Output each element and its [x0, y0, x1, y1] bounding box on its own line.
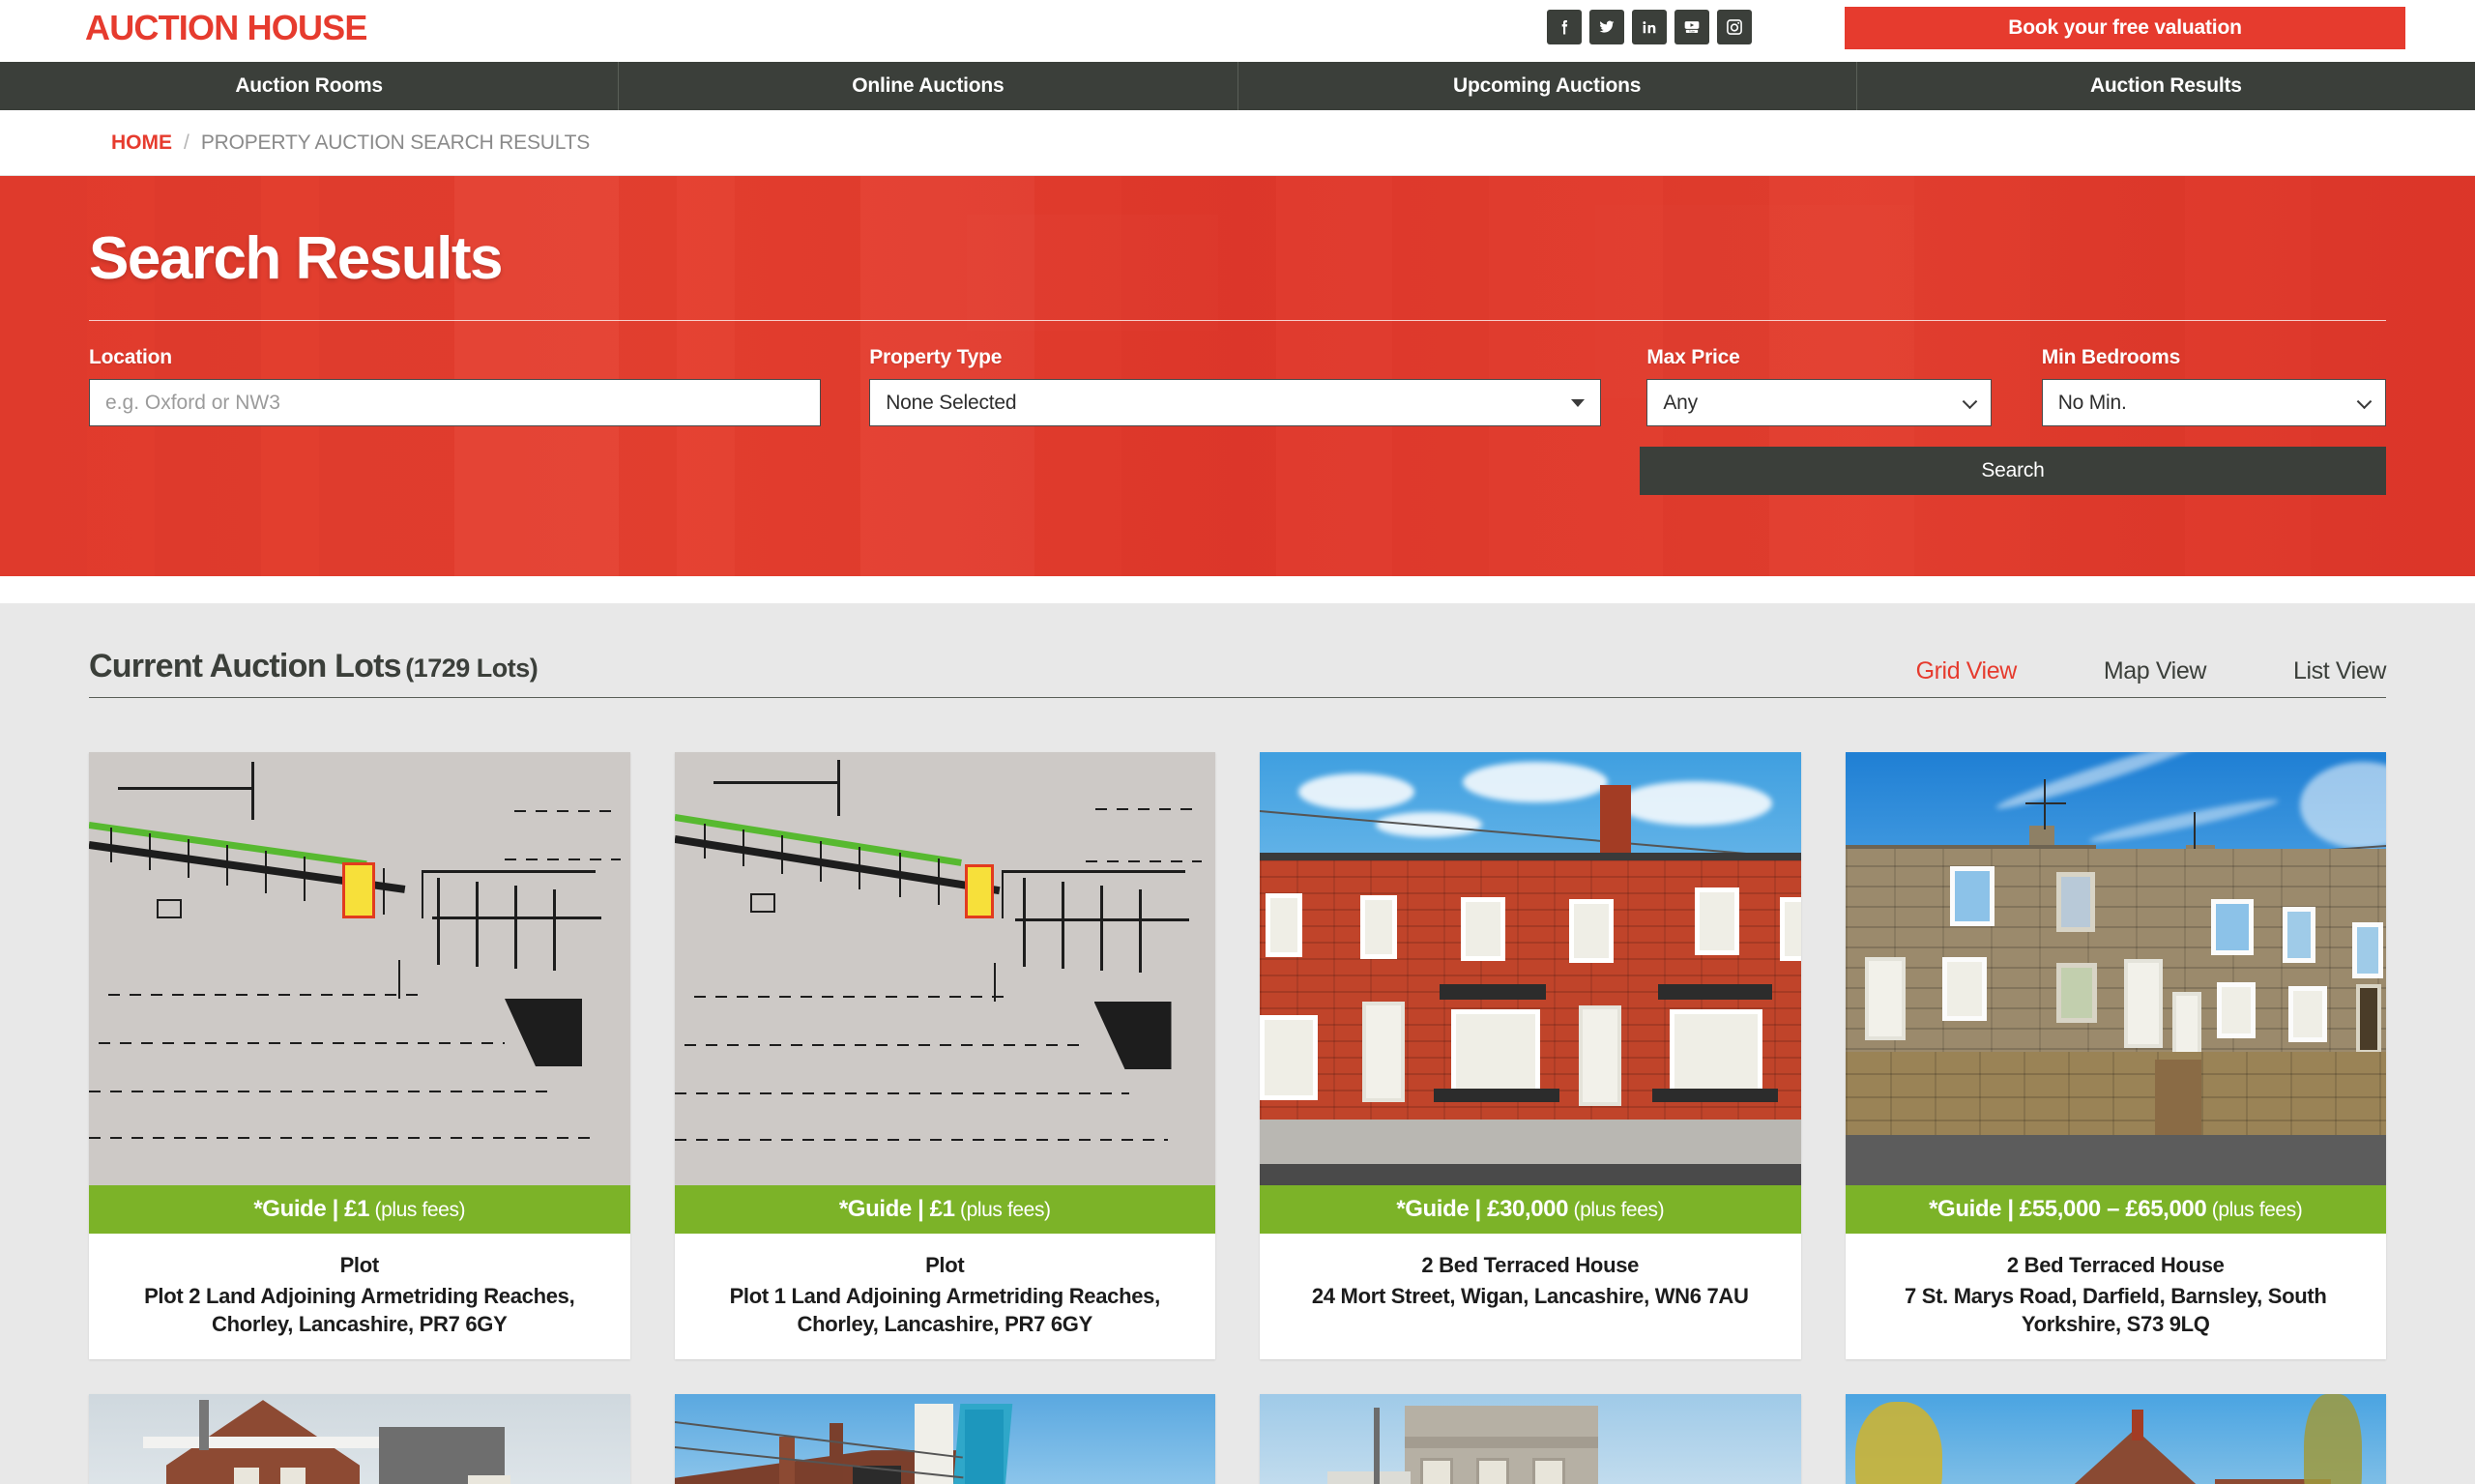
property-type-value: None Selected [886, 391, 1017, 414]
lot-guide-prefix: *Guide | [1396, 1196, 1488, 1222]
lot-guide-value: £55,000 – £65,000 [2019, 1196, 2207, 1222]
lot-fees-note: (plus fees) [369, 1199, 466, 1221]
lot-card[interactable] [1260, 1394, 1801, 1484]
lot-card[interactable] [1845, 1394, 2386, 1484]
page-title: Search Results [89, 225, 504, 292]
max-price-select[interactable]: Any [1646, 379, 1992, 426]
results-section: Current Auction Lots (1729 Lots) Grid Vi… [0, 603, 2475, 1484]
results-title-group: Current Auction Lots (1729 Lots) [89, 648, 539, 685]
lot-guide-price: *Guide | £30,000 (plus fees) [1260, 1185, 1801, 1234]
max-price-value: Any [1663, 391, 1698, 414]
lot-guide-price: *Guide | £1 (plus fees) [89, 1185, 630, 1234]
lot-image-red-brick-terrace [1260, 752, 1801, 1185]
breadcrumb-home-link[interactable]: HOME [111, 131, 172, 155]
lot-guide-prefix: *Guide | [253, 1196, 345, 1222]
site-logo[interactable]: AUCTION HOUSE [85, 8, 367, 48]
view-toggle-group: Grid View Map View List View [1829, 657, 2387, 685]
lot-property-type: Plot [925, 1253, 965, 1277]
instagram-icon[interactable] [1717, 10, 1752, 44]
lot-card[interactable] [89, 1394, 630, 1484]
chevron-down-icon [1962, 393, 1977, 409]
lot-details: 2 Bed Terraced House 24 Mort Street, Wig… [1260, 1234, 1801, 1331]
lot-card[interactable]: *Guide | £30,000 (plus fees) 2 Bed Terra… [1260, 752, 1801, 1360]
lot-details: 2 Bed Terraced House 7 St. Marys Road, D… [1846, 1234, 2387, 1359]
main-navigation: Auction Rooms Online Auctions Upcoming A… [0, 62, 2475, 110]
min-bedrooms-field-group: Min Bedrooms No Min. [2041, 346, 2386, 426]
lot-guide-price: *Guide | £55,000 – £65,000 (plus fees) [1845, 1185, 2386, 1234]
min-bedrooms-select[interactable]: No Min. [2041, 379, 2386, 426]
property-type-select[interactable]: None Selected [869, 379, 1602, 426]
hero-search-panel: Search Results Location Property Type No… [0, 176, 2475, 576]
view-toggle-grid[interactable]: Grid View [1916, 657, 2018, 685]
lot-guide-prefix: *Guide | [1929, 1196, 2020, 1222]
nav-item-auction-rooms[interactable]: Auction Rooms [0, 62, 620, 110]
max-price-field-group: Max Price Any [1646, 346, 1992, 426]
results-title: Current Auction Lots [89, 648, 402, 684]
nav-item-online-auctions[interactable]: Online Auctions [619, 62, 1238, 110]
nav-item-auction-results[interactable]: Auction Results [1857, 62, 2475, 110]
facebook-icon[interactable] [1547, 10, 1582, 44]
lot-guide-prefix: *Guide | [838, 1196, 930, 1222]
property-type-field-group: Property Type None Selected [869, 346, 1602, 426]
lot-details: Plot Plot 1 Land Adjoining Armetriding R… [675, 1234, 1216, 1359]
svg-text:Tube: Tube [1689, 29, 1695, 33]
chevron-down-icon [2356, 393, 2373, 409]
view-toggle-list[interactable]: List View [2293, 657, 2386, 685]
location-label: Location [89, 346, 172, 368]
lot-card[interactable]: *Guide | £1 (plus fees) Plot Plot 1 Land… [674, 752, 1216, 1360]
lot-fees-note: (plus fees) [954, 1199, 1051, 1221]
lot-guide-price: *Guide | £1 (plus fees) [674, 1185, 1215, 1234]
chevron-down-icon [1571, 398, 1586, 407]
lot-guide-value: £1 [929, 1196, 955, 1222]
lot-address: Plot 2 Land Adjoining Armetriding Reache… [144, 1284, 575, 1337]
lot-property-type: Plot [339, 1253, 380, 1277]
lot-guide-value: £1 [344, 1196, 370, 1222]
lot-fees-note: (plus fees) [1568, 1199, 1665, 1221]
lot-grid-next-row [89, 1394, 2386, 1484]
lot-address: 7 St. Marys Road, Darfield, Barnsley, So… [1904, 1284, 2327, 1337]
breadcrumb-separator: / [184, 131, 189, 154]
lot-image-site-plan-map [674, 752, 1215, 1185]
min-bedrooms-value: No Min. [2057, 391, 2127, 414]
twitter-icon[interactable] [1589, 10, 1624, 44]
view-toggle-map[interactable]: Map View [2104, 657, 2207, 685]
lot-property-type: 2 Bed Terraced House [2006, 1253, 2225, 1277]
social-links: Tube [1547, 10, 1752, 44]
breadcrumb-current: PROPERTY AUCTION SEARCH RESULTS [200, 131, 591, 154]
section-gap [0, 576, 2475, 603]
lot-address: 24 Mort Street, Wigan, Lancashire, WN6 7… [1311, 1284, 1749, 1308]
hero-divider [89, 320, 2386, 321]
location-input[interactable] [89, 379, 822, 426]
lot-guide-value: £30,000 [1487, 1196, 1569, 1222]
lot-card[interactable]: *Guide | £55,000 – £65,000 (plus fees) 2… [1845, 752, 2387, 1360]
max-price-label: Max Price [1646, 346, 1740, 368]
lot-card[interactable] [674, 1394, 1215, 1484]
lot-image-site-plan-map [89, 752, 630, 1185]
linkedin-icon[interactable] [1632, 10, 1667, 44]
search-button[interactable]: Search [1640, 447, 2386, 495]
top-bar: AUCTION HOUSE Tube Book your free valuat… [0, 0, 2475, 62]
lot-image-stone-terrace [1845, 752, 2386, 1185]
property-type-label: Property Type [869, 346, 1003, 368]
breadcrumb: HOME / PROPERTY AUCTION SEARCH RESULTS [0, 110, 2475, 176]
results-count: (1729 Lots) [405, 654, 539, 683]
search-form: Location Property Type None Selected Max… [89, 346, 2386, 426]
lot-details: Plot Plot 2 Land Adjoining Armetriding R… [89, 1234, 630, 1359]
lot-card[interactable]: *Guide | £1 (plus fees) Plot Plot 2 Land… [89, 752, 630, 1360]
book-valuation-button[interactable]: Book your free valuation [1845, 7, 2405, 49]
youtube-icon[interactable]: Tube [1674, 10, 1709, 44]
nav-item-upcoming-auctions[interactable]: Upcoming Auctions [1238, 62, 1857, 110]
lot-property-type: 2 Bed Terraced House [1421, 1253, 1640, 1277]
results-header: Current Auction Lots (1729 Lots) Grid Vi… [89, 603, 2386, 698]
lot-address: Plot 1 Land Adjoining Armetriding Reache… [729, 1284, 1161, 1337]
location-field-group: Location [89, 346, 822, 426]
lot-grid: *Guide | £1 (plus fees) Plot Plot 2 Land… [89, 752, 2387, 1360]
lot-fees-note: (plus fees) [2206, 1199, 2303, 1221]
min-bedrooms-label: Min Bedrooms [2041, 346, 2181, 368]
